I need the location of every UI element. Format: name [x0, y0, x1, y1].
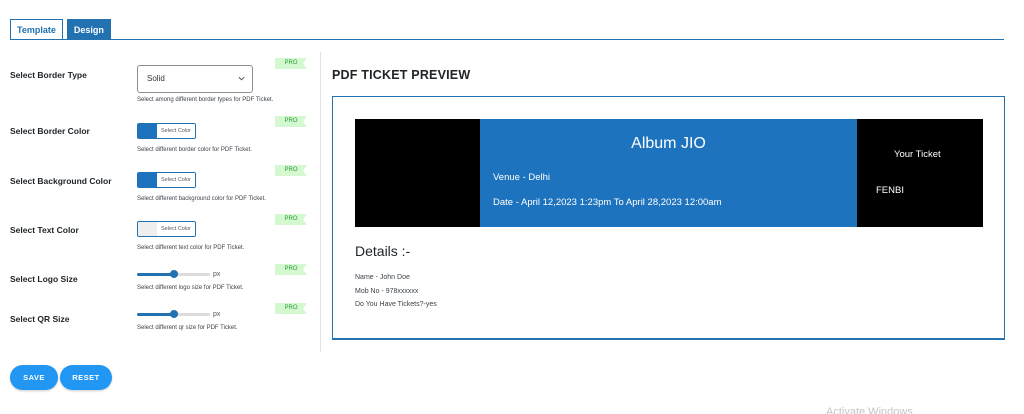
- pro-badge: PRO: [275, 303, 307, 314]
- color-swatch: [138, 222, 157, 236]
- ticket-code: FENBI: [876, 185, 904, 196]
- preview-title: PDF TICKET PREVIEW: [332, 68, 471, 82]
- qr-size-unit: px: [213, 311, 221, 318]
- ticket-stub: Your Ticket FENBI: [857, 119, 983, 227]
- detail-has-tickets: Do You Have Tickets?-yes: [355, 301, 437, 308]
- slider-fill: [137, 313, 174, 316]
- select-color-label: Select Color: [157, 124, 195, 138]
- details-title: Details :-: [355, 243, 411, 259]
- save-button[interactable]: SAVE: [10, 365, 58, 390]
- ticket: Album JIO Venue - Delhi Date - April 12,…: [355, 119, 983, 227]
- logo-size-unit: px: [213, 271, 221, 278]
- logo-size-label: Select Logo Size: [10, 274, 78, 284]
- qr-size-slider[interactable]: [137, 309, 210, 319]
- pro-badge: PRO: [275, 165, 307, 176]
- logo-size-desc: Select different logo size for PDF Ticke…: [137, 285, 244, 291]
- detail-name: Name - John Doe: [355, 274, 410, 281]
- select-color-label: Select Color: [157, 173, 195, 187]
- background-color-picker[interactable]: Select Color: [137, 172, 196, 188]
- border-type-select[interactable]: Solid: [137, 65, 253, 93]
- panel-divider: [320, 52, 321, 352]
- ticket-logo-area: [355, 119, 480, 227]
- event-name: Album JIO: [631, 135, 706, 152]
- pro-badge: PRO: [275, 116, 307, 127]
- background-color-desc: Select different background color for PD…: [137, 196, 266, 202]
- qr-size-label: Select QR Size: [10, 314, 70, 324]
- detail-mobile: Mob No - 978xxxxxx: [355, 288, 419, 295]
- event-venue: Venue - Delhi: [493, 172, 551, 183]
- slider-fill: [137, 273, 174, 276]
- text-color-picker[interactable]: Select Color: [137, 221, 196, 237]
- border-color-desc: Select different border color for PDF Ti…: [137, 147, 252, 153]
- background-color-label: Select Background Color: [10, 176, 112, 186]
- ticket-preview: Album JIO Venue - Delhi Date - April 12,…: [332, 96, 1005, 340]
- pro-badge: PRO: [275, 214, 307, 225]
- color-swatch: [138, 124, 157, 138]
- border-type-value: Solid: [147, 74, 165, 83]
- ticket-main: Album JIO Venue - Delhi Date - April 12,…: [480, 119, 857, 227]
- event-date: Date - April 12,2023 1:23pm To April 28,…: [493, 197, 722, 208]
- slider-thumb[interactable]: [169, 270, 178, 278]
- your-ticket-label: Your Ticket: [894, 149, 941, 160]
- pro-badge: PRO: [275, 58, 307, 69]
- select-color-label: Select Color: [157, 222, 195, 236]
- border-color-label: Select Border Color: [10, 126, 90, 136]
- reset-button[interactable]: RESET: [60, 365, 112, 390]
- chevron-down-icon: [238, 76, 245, 81]
- color-swatch: [138, 173, 157, 187]
- qr-size-desc: Select different qr size for PDF Ticket.: [137, 325, 238, 331]
- border-type-label: Select Border Type: [10, 70, 87, 80]
- border-type-desc: Select among different border types for …: [137, 97, 274, 103]
- settings-panel: Select Border Type PRO Solid Select amon…: [0, 0, 320, 414]
- logo-size-slider[interactable]: [137, 269, 210, 279]
- border-color-picker[interactable]: Select Color: [137, 123, 196, 139]
- slider-thumb[interactable]: [169, 310, 178, 318]
- activate-windows-watermark: Activate Windows: [826, 406, 913, 414]
- text-color-desc: Select different text color for PDF Tick…: [137, 245, 245, 251]
- pro-badge: PRO: [275, 264, 307, 275]
- text-color-label: Select Text Color: [10, 225, 79, 235]
